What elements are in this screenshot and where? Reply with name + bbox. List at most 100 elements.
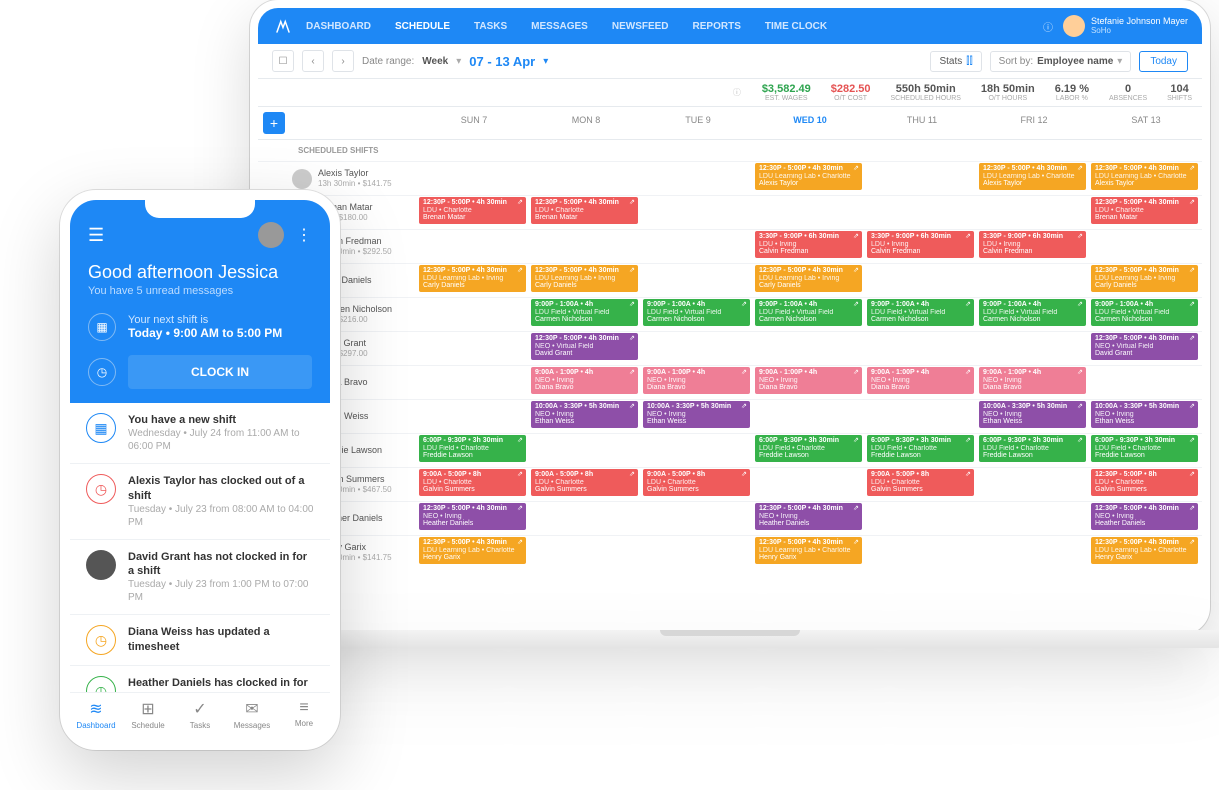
day-cell[interactable]: ⇗ 12:30P - 5:00P • 4h 30minLDU Learning … [1090, 162, 1202, 195]
day-cell[interactable]: ⇗ 12:30P - 5:00P • 4h 30minLDU Learning … [1090, 264, 1202, 297]
day-cell[interactable]: ⇗ 6:00P - 9:30P • 3h 30minLDU Field • Ch… [418, 434, 530, 467]
day-cell[interactable]: ⇗ 9:00A - 1:00P • 4hNEO • IrvingDiana Br… [754, 366, 866, 399]
day-cell[interactable] [418, 230, 530, 263]
day-cell[interactable] [978, 468, 1090, 501]
shift-card[interactable]: ⇗ 6:00P - 9:30P • 3h 30minLDU Field • Ch… [979, 435, 1086, 462]
menu-icon[interactable]: ☰ [88, 225, 104, 246]
shift-card[interactable]: ⇗ 12:30P - 5:00P • 4h 30minLDU • Charlot… [531, 197, 638, 224]
avatar[interactable] [258, 222, 284, 248]
feed-item[interactable]: David Grant has not clocked in for a shi… [70, 540, 330, 616]
day-cell[interactable]: ⇗ 12:30P - 5:00P • 4h 30minLDU Learning … [418, 536, 530, 569]
shift-card[interactable]: ⇗ 6:00P - 9:30P • 3h 30minLDU Field • Ch… [1091, 435, 1198, 462]
shift-card[interactable]: ⇗ 9:00P - 1:00A • 4hLDU Field • Virtual … [867, 299, 974, 326]
day-cell[interactable] [418, 400, 530, 433]
day-cell[interactable]: ⇗ 12:30P - 5:00P • 4h 30minNEO • Virtual… [1090, 332, 1202, 365]
shift-card[interactable]: ⇗ 12:30P - 5:00P • 4h 30minLDU Learning … [979, 163, 1086, 190]
day-cell[interactable] [978, 536, 1090, 569]
day-cell[interactable]: ⇗ 3:30P - 9:00P • 6h 30minLDU • IrvingCa… [978, 230, 1090, 263]
phone-tab-messages[interactable]: ✉Messages [226, 699, 278, 730]
shift-card[interactable]: ⇗ 12:30P - 5:00P • 4h 30minLDU • Charlot… [419, 197, 526, 224]
user-menu[interactable]: Stefanie Johnson Mayer SoHo [1063, 15, 1188, 37]
day-cell[interactable] [418, 298, 530, 331]
day-header[interactable]: SUN 7 [418, 107, 530, 139]
phone-tab-tasks[interactable]: ✓Tasks [174, 699, 226, 730]
shift-card[interactable]: ⇗ 12:30P - 5:00P • 4h 30minNEO • Virtual… [1091, 333, 1198, 360]
day-cell[interactable]: ⇗ 12:30P - 5:00P • 4h 30minNEO • Virtual… [530, 332, 642, 365]
day-header[interactable]: FRI 12 [978, 107, 1090, 139]
shift-card[interactable]: ⇗ 3:30P - 9:00P • 6h 30minLDU • IrvingCa… [755, 231, 862, 258]
shift-card[interactable]: ⇗ 9:00A - 1:00P • 4hNEO • IrvingDiana Br… [531, 367, 638, 394]
day-cell[interactable]: ⇗ 12:30P - 5:00P • 4h 30minLDU Learning … [530, 264, 642, 297]
nav-tab-messages[interactable]: MESSAGES [529, 9, 590, 44]
day-cell[interactable] [642, 230, 754, 263]
day-cell[interactable]: ⇗ 9:00P - 1:00A • 4hLDU Field • Virtual … [530, 298, 642, 331]
shift-card[interactable]: ⇗ 12:30P - 5:00P • 4h 30minNEO • IrvingH… [755, 503, 862, 530]
day-cell[interactable]: ⇗ 10:00A - 3:30P • 5h 30minNEO • IrvingE… [1090, 400, 1202, 433]
shift-card[interactable]: ⇗ 9:00P - 1:00A • 4hLDU Field • Virtual … [531, 299, 638, 326]
day-header[interactable]: SAT 13 [1090, 107, 1202, 139]
day-cell[interactable]: ⇗ 12:30P - 5:00P • 4h 30minLDU Learning … [1090, 536, 1202, 569]
shift-card[interactable]: ⇗ 10:00A - 3:30P • 5h 30minNEO • IrvingE… [531, 401, 638, 428]
day-cell[interactable]: ⇗ 10:00A - 3:30P • 5h 30minNEO • IrvingE… [530, 400, 642, 433]
shift-card[interactable]: ⇗ 12:30P - 5:00P • 4h 30minLDU Learning … [1091, 537, 1198, 564]
day-cell[interactable] [866, 536, 978, 569]
day-cell[interactable]: ⇗ 9:00A - 5:00P • 8hLDU • CharlotteGalvi… [418, 468, 530, 501]
day-cell[interactable] [642, 162, 754, 195]
day-cell[interactable] [866, 332, 978, 365]
day-cell[interactable] [642, 434, 754, 467]
phone-tab-dashboard[interactable]: ≋Dashboard [70, 699, 122, 730]
day-cell[interactable]: ⇗ 6:00P - 9:30P • 3h 30minLDU Field • Ch… [754, 434, 866, 467]
day-cell[interactable]: ⇗ 9:00A - 1:00P • 4hNEO • IrvingDiana Br… [866, 366, 978, 399]
day-cell[interactable]: ⇗ 9:00A - 1:00P • 4hNEO • IrvingDiana Br… [642, 366, 754, 399]
phone-tab-schedule[interactable]: ⊞Schedule [122, 699, 174, 730]
shift-card[interactable]: ⇗ 10:00A - 3:30P • 5h 30minNEO • IrvingE… [979, 401, 1086, 428]
day-cell[interactable] [530, 502, 642, 535]
day-cell[interactable]: ⇗ 9:00A - 5:00P • 8hLDU • CharlotteGalvi… [530, 468, 642, 501]
day-cell[interactable] [642, 332, 754, 365]
day-cell[interactable]: ⇗ 9:00P - 1:00A • 4hLDU Field • Virtual … [754, 298, 866, 331]
shift-card[interactable]: ⇗ 9:00A - 1:00P • 4hNEO • IrvingDiana Br… [643, 367, 750, 394]
shift-card[interactable]: ⇗ 12:30P - 5:00P • 4h 30minNEO • IrvingH… [419, 503, 526, 530]
shift-card[interactable]: ⇗ 12:30P - 5:00P • 4h 30minLDU Learning … [755, 163, 862, 190]
day-cell[interactable] [418, 162, 530, 195]
day-cell[interactable]: ⇗ 12:30P - 5:00P • 4h 30minLDU Learning … [754, 264, 866, 297]
shift-card[interactable]: ⇗ 9:00A - 5:00P • 8hLDU • CharlotteGalvi… [419, 469, 526, 496]
day-cell[interactable] [530, 536, 642, 569]
day-cell[interactable]: ⇗ 3:30P - 9:00P • 6h 30minLDU • IrvingCa… [754, 230, 866, 263]
shift-card[interactable]: ⇗ 9:00A - 5:00P • 8hLDU • CharlotteGalvi… [867, 469, 974, 496]
day-cell[interactable] [866, 196, 978, 229]
nav-tab-newsfeed[interactable]: NEWSFEED [610, 9, 671, 44]
info-icon[interactable]: ⓘ [722, 87, 752, 98]
date-range-text[interactable]: 07 - 13 Apr [469, 54, 535, 69]
shift-card[interactable]: ⇗ 3:30P - 9:00P • 6h 30minLDU • IrvingCa… [867, 231, 974, 258]
day-cell[interactable]: ⇗ 9:00A - 1:00P • 4hNEO • IrvingDiana Br… [530, 366, 642, 399]
day-cell[interactable] [754, 400, 866, 433]
shift-card[interactable]: ⇗ 9:00A - 1:00P • 4hNEO • IrvingDiana Br… [867, 367, 974, 394]
day-cell[interactable]: ⇗ 9:00P - 1:00A • 4hLDU Field • Virtual … [866, 298, 978, 331]
nav-tab-dashboard[interactable]: DASHBOARD [304, 9, 373, 44]
day-cell[interactable]: ⇗ 3:30P - 9:00P • 6h 30minLDU • IrvingCa… [866, 230, 978, 263]
day-cell[interactable]: ⇗ 12:30P - 5:00P • 4h 30minNEO • IrvingH… [754, 502, 866, 535]
shift-card[interactable]: ⇗ 9:00P - 1:00A • 4hLDU Field • Virtual … [755, 299, 862, 326]
shift-card[interactable]: ⇗ 12:30P - 5:00P • 4h 30minLDU • Charlot… [1091, 197, 1198, 224]
day-cell[interactable] [530, 434, 642, 467]
day-cell[interactable]: ⇗ 6:00P - 9:30P • 3h 30minLDU Field • Ch… [866, 434, 978, 467]
day-cell[interactable]: ⇗ 12:30P - 5:00P • 4h 30minLDU • Charlot… [1090, 196, 1202, 229]
shift-card[interactable]: ⇗ 3:30P - 9:00P • 6h 30minLDU • IrvingCa… [979, 231, 1086, 258]
day-cell[interactable] [642, 502, 754, 535]
shift-card[interactable]: ⇗ 12:30P - 5:00P • 4h 30minLDU Learning … [755, 265, 862, 292]
shift-card[interactable]: ⇗ 12:30P - 5:00P • 4h 30minNEO • Virtual… [531, 333, 638, 360]
day-cell[interactable]: ⇗ 12:30P - 5:00P • 4h 30minNEO • IrvingH… [418, 502, 530, 535]
day-cell[interactable] [642, 264, 754, 297]
shift-card[interactable]: ⇗ 9:00P - 1:00A • 4hLDU Field • Virtual … [979, 299, 1086, 326]
next-week-button[interactable]: › [332, 50, 354, 72]
day-cell[interactable]: ⇗ 12:30P - 5:00P • 4h 30minLDU • Charlot… [530, 196, 642, 229]
day-cell[interactable] [754, 196, 866, 229]
shift-card[interactable]: ⇗ 6:00P - 9:30P • 3h 30minLDU Field • Ch… [755, 435, 862, 462]
nav-tab-tasks[interactable]: TASKS [472, 9, 509, 44]
day-cell[interactable] [1090, 230, 1202, 263]
day-cell[interactable] [754, 332, 866, 365]
add-shift-button[interactable]: + [263, 112, 285, 134]
today-button[interactable]: Today [1139, 51, 1188, 72]
day-cell[interactable]: ⇗ 12:30P - 5:00P • 8hLDU • CharlotteGalv… [1090, 468, 1202, 501]
